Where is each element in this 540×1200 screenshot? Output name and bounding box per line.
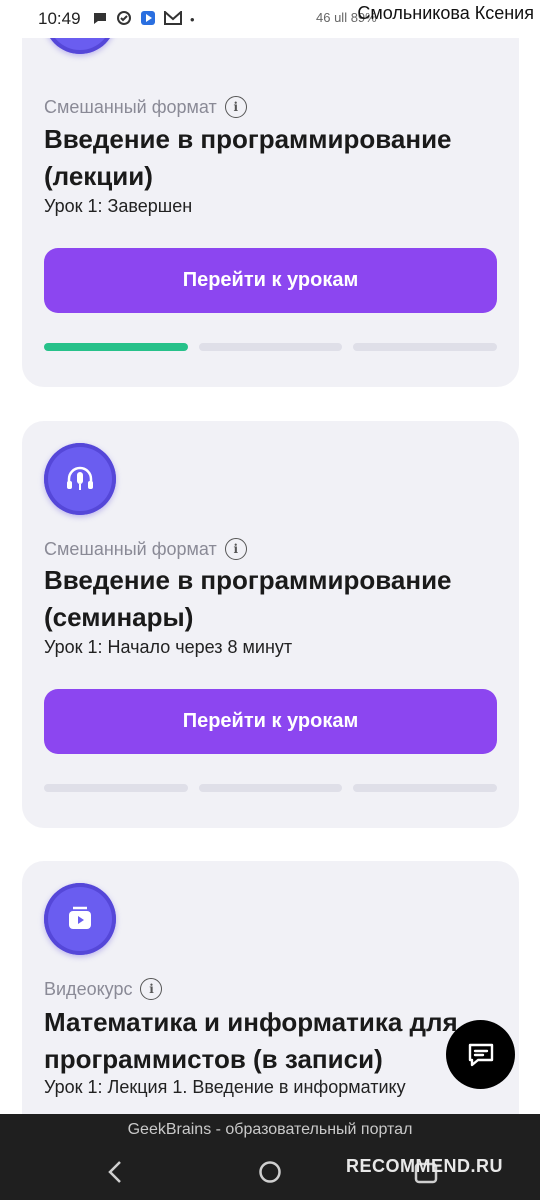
course-icon-badge [44,883,116,955]
course-card: Смешанный формат i Введение в программир… [22,421,519,828]
lesson-status: Урок 1: Лекция 1. Введение в информатику [44,1077,406,1097]
home-icon[interactable] [258,1160,282,1189]
course-format: Смешанный формат i [44,538,247,560]
course-card: Смешанный формат i Введение в программир… [22,0,519,387]
message-icon [92,10,108,29]
play-app-icon [140,10,156,29]
course-format: Видеокурс i [44,978,163,1000]
course-progress [44,343,498,351]
author-watermark: Смольникова Ксения [357,3,534,23]
headphones-mic-icon [67,466,93,490]
go-to-lessons-button[interactable]: Перейти к урокам [44,248,497,313]
course-title: Введение в программирование (лекции) [44,124,452,191]
progress-segment [353,784,498,792]
back-icon[interactable] [104,1159,126,1190]
info-icon[interactable]: i [224,538,247,560]
video-icon [69,906,91,929]
status-notification-icons: • [92,9,195,29]
go-to-lessons-button[interactable]: Перейти к урокам [44,689,497,754]
chat-button[interactable] [446,1020,515,1089]
format-label: Смешанный формат [44,538,217,559]
course-progress [44,784,498,792]
progress-segment [198,343,343,351]
format-label: Смешанный формат [44,96,217,117]
course-icon-badge [44,443,116,515]
progress-segment [44,784,188,792]
progress-segment [44,343,188,351]
info-icon[interactable]: i [140,978,163,1000]
dot-icon: • [190,12,195,27]
info-icon[interactable]: i [224,96,247,118]
course-format: Смешанный формат i [44,96,247,118]
lesson-status: Урок 1: Начало через 8 минут [44,637,293,657]
progress-segment [198,784,343,792]
chat-icon [468,1043,493,1066]
check-circle-icon [116,10,132,29]
format-label: Видеокурс [44,978,133,999]
mail-icon [164,9,182,28]
status-time: 10:49 [38,9,81,28]
browser-page-title: GeekBrains - образовательный портал [0,1114,540,1146]
recommend-watermark: RECOMMEND.RU [346,1156,503,1176]
progress-segment [353,343,498,351]
course-title: Введение в программирование (семинары) [44,565,452,632]
lesson-status: Урок 1: Завершен [44,196,193,216]
course-title: Математика и информатика для программист… [44,1007,458,1074]
